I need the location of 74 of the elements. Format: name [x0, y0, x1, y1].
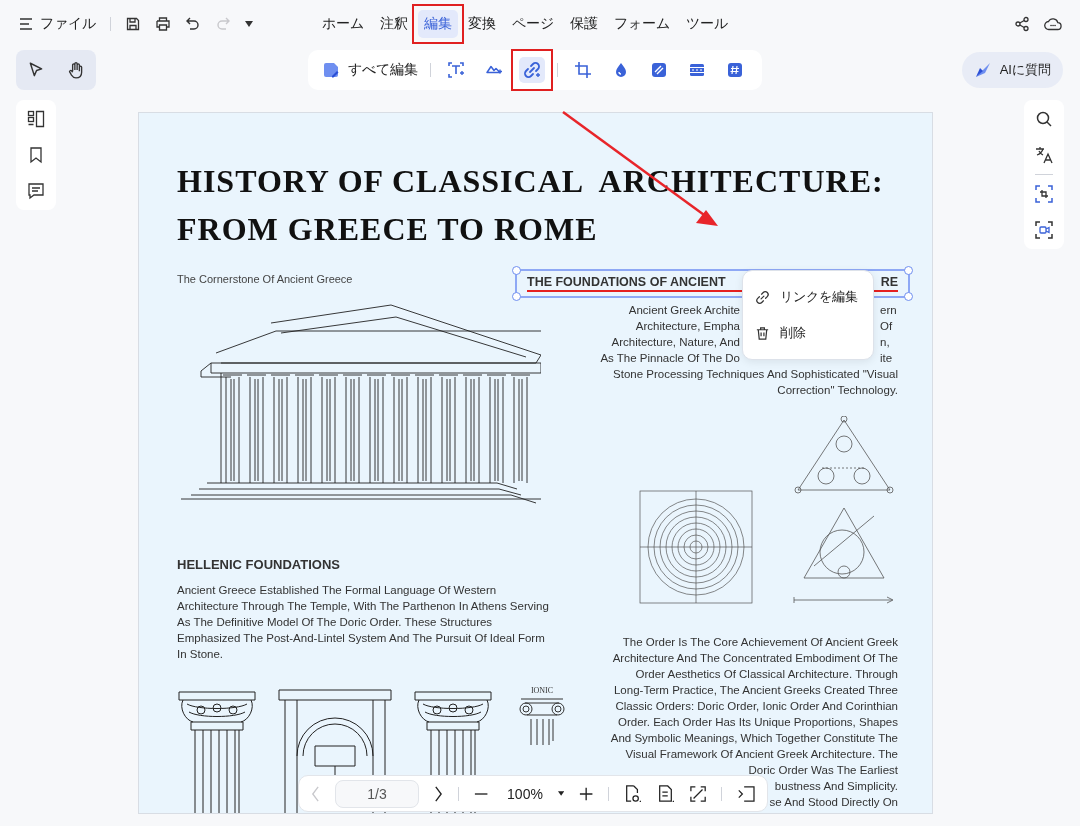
fullscreen-icon[interactable]	[690, 784, 707, 803]
resize-handle[interactable]	[512, 292, 521, 301]
trash-icon	[755, 325, 770, 341]
thumbnails-icon[interactable]	[27, 110, 45, 128]
undo-icon[interactable]	[185, 16, 201, 32]
body-text: Architecture, Nature, And	[611, 335, 740, 350]
screenshot-icon[interactable]	[1035, 185, 1053, 203]
document-edit-icon	[322, 61, 340, 79]
resize-handle[interactable]	[904, 266, 913, 275]
ionic-column-drawing	[517, 697, 567, 747]
page-number-field[interactable]: 1/3	[334, 779, 419, 808]
crop-icon	[574, 61, 592, 79]
save-icon[interactable]	[125, 16, 141, 32]
menu-tab[interactable]: 保護	[564, 10, 604, 38]
body-text: n,	[880, 335, 891, 350]
link-icon	[755, 289, 770, 305]
view-mode-icon[interactable]	[624, 783, 643, 804]
highlight-frame	[511, 49, 553, 91]
link-heading[interactable]: RE	[880, 275, 898, 290]
pointer-icon[interactable]	[27, 61, 45, 79]
print-icon[interactable]	[155, 16, 171, 32]
body-text: Ancient Greek Archite	[628, 303, 740, 318]
file-menu[interactable]: ファイル	[40, 15, 96, 33]
zoom-level[interactable]: 100%	[507, 785, 543, 802]
hash-icon	[726, 61, 744, 79]
next-page-icon[interactable]	[433, 784, 443, 803]
comment-icon[interactable]	[27, 182, 45, 200]
cloud-icon[interactable]	[1044, 17, 1062, 31]
body-text: As The Pinnacle Of The Do	[600, 351, 740, 366]
menu-tab[interactable]: ツール	[680, 10, 734, 38]
highlight-frame	[412, 4, 464, 44]
search-icon[interactable]	[1035, 110, 1053, 128]
menu-tab[interactable]: ページ	[506, 10, 560, 38]
text-box-icon	[447, 61, 465, 79]
edit-all-button[interactable]: すべて編集	[322, 61, 418, 79]
page-layout-icon[interactable]	[657, 783, 676, 804]
header-footer-icon	[688, 61, 706, 79]
body-text: Of	[880, 319, 894, 334]
dropdown-caret-icon[interactable]	[557, 791, 565, 796]
link-heading[interactable]: THE FOUNDATIONS OF ANCIENT	[527, 275, 726, 290]
image-icon	[485, 65, 503, 75]
body-text: ite	[880, 351, 894, 366]
body-text: Architecture, Empha	[635, 319, 740, 334]
resize-handle[interactable]	[904, 292, 913, 301]
body-text: ern	[880, 303, 898, 318]
menu-tab[interactable]: 変換	[462, 10, 502, 38]
hand-icon[interactable]	[67, 61, 85, 79]
document-title: FROM GREECE TO ROME	[177, 210, 599, 249]
body-paragraph: Ancient Greece Established The Formal Language Of Western Architecture Through The Temple, With The Parthenon In Athens Serving As The Definitive Model Of The Doric Order. These Structures Emphasized The Post-And-Lintel System And The Pursuit Of Ideal Form In Stone.	[177, 583, 550, 662]
body-text: bustness And Simplicity.	[774, 779, 898, 794]
body-text: Correction" Technology.	[776, 383, 898, 398]
menu-tab[interactable]: 注釈	[374, 10, 414, 38]
section-heading: HELLENIC FOUNDATIONS	[177, 557, 341, 572]
bookmark-icon[interactable]	[27, 146, 45, 164]
menu-tab[interactable]: ホーム	[316, 10, 370, 38]
background-icon	[650, 61, 668, 79]
link-icon	[523, 61, 541, 79]
body-text: Stone Processing Techniques And Sophisticated "Visual	[612, 367, 898, 382]
body-text: se And Stood Directly On	[769, 795, 898, 810]
screen-record-icon[interactable]	[1035, 221, 1053, 239]
zoom-in-icon[interactable]	[579, 785, 594, 802]
share-icon[interactable]	[1014, 16, 1030, 32]
dropdown-caret-icon[interactable]	[245, 21, 253, 27]
ionic-label: IONIC	[530, 686, 554, 695]
resize-handle[interactable]	[512, 266, 521, 275]
subtitle: The Cornerstone Of Ancient Greece	[177, 273, 354, 285]
translate-icon[interactable]	[1035, 146, 1053, 164]
menu-icon[interactable]	[18, 16, 34, 32]
context-menu-item[interactable]: 削除	[743, 315, 873, 351]
ai-button[interactable]: AIに質問	[961, 52, 1063, 88]
menu-tab[interactable]: 編集	[418, 10, 458, 38]
exit-icon[interactable]	[737, 784, 755, 803]
menu-tab[interactable]: フォーム	[608, 10, 676, 38]
link-tool-button[interactable]	[519, 57, 545, 83]
